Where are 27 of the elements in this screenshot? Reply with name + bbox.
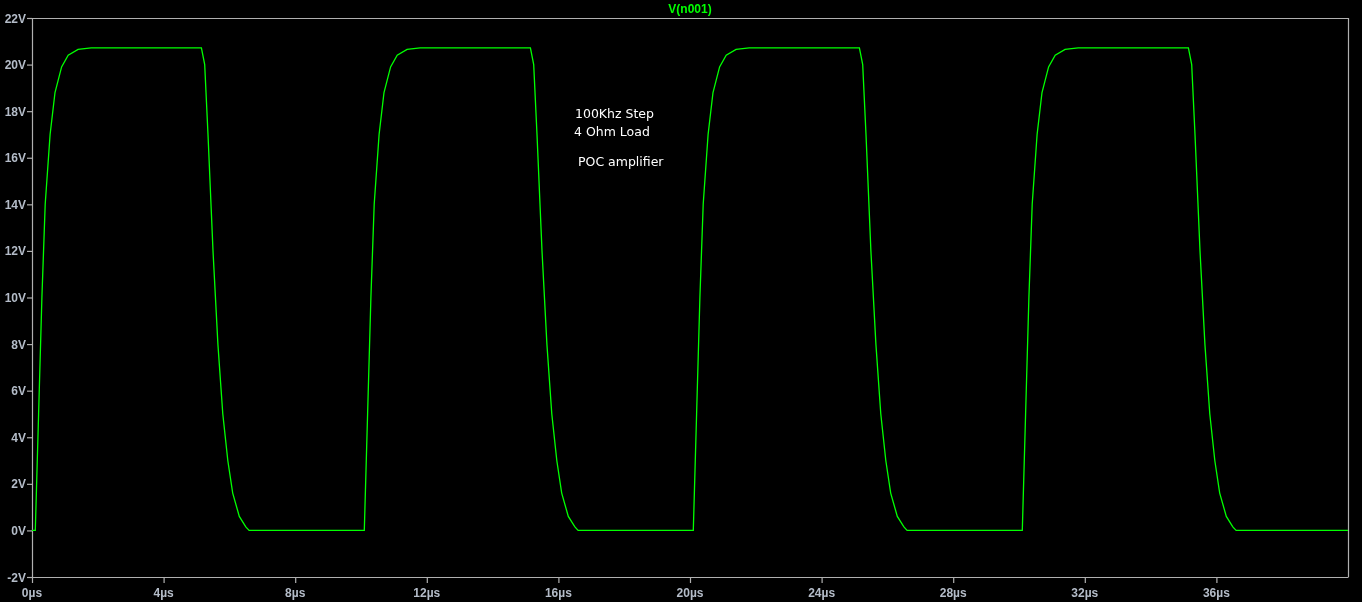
trace-label: V(n001) — [668, 2, 712, 16]
x-tick-label: 36µs — [1202, 586, 1230, 600]
y-tick-label: -2V — [7, 570, 26, 585]
annotation-text: 4 Ohm Load — [574, 124, 650, 139]
x-tick-label: 16µs — [544, 586, 572, 600]
y-tick-label: 12V — [4, 244, 26, 259]
y-tick-label: 16V — [4, 151, 26, 166]
y-tick-label: 18V — [4, 104, 26, 119]
x-tick-label: 20µs — [676, 586, 704, 600]
y-tick-label: 0V — [11, 523, 26, 538]
y-tick-label: 10V — [4, 291, 26, 305]
y-tick-label: 22V — [4, 11, 26, 26]
annotation-text: 100Khz Step — [575, 106, 654, 121]
y-tick-label: 4V — [11, 430, 26, 445]
x-tick-label: 32µs — [1071, 586, 1099, 600]
y-tick-label: 14V — [4, 197, 26, 212]
x-tick-label: 24µs — [808, 586, 836, 600]
x-tick-label: 4µs — [153, 586, 174, 600]
x-tick-label: 28µs — [939, 586, 967, 600]
y-tick-label: 8V — [11, 337, 26, 352]
x-tick-label: 0µs — [21, 586, 43, 600]
annotation-text: POC amplifier — [578, 154, 664, 169]
y-tick-label: 2V — [11, 477, 26, 492]
y-tick-label: 20V — [4, 58, 26, 73]
y-tick-label: 6V — [11, 384, 26, 399]
x-tick-label: 8µs — [285, 586, 306, 600]
x-tick-label: 12µs — [413, 586, 441, 600]
